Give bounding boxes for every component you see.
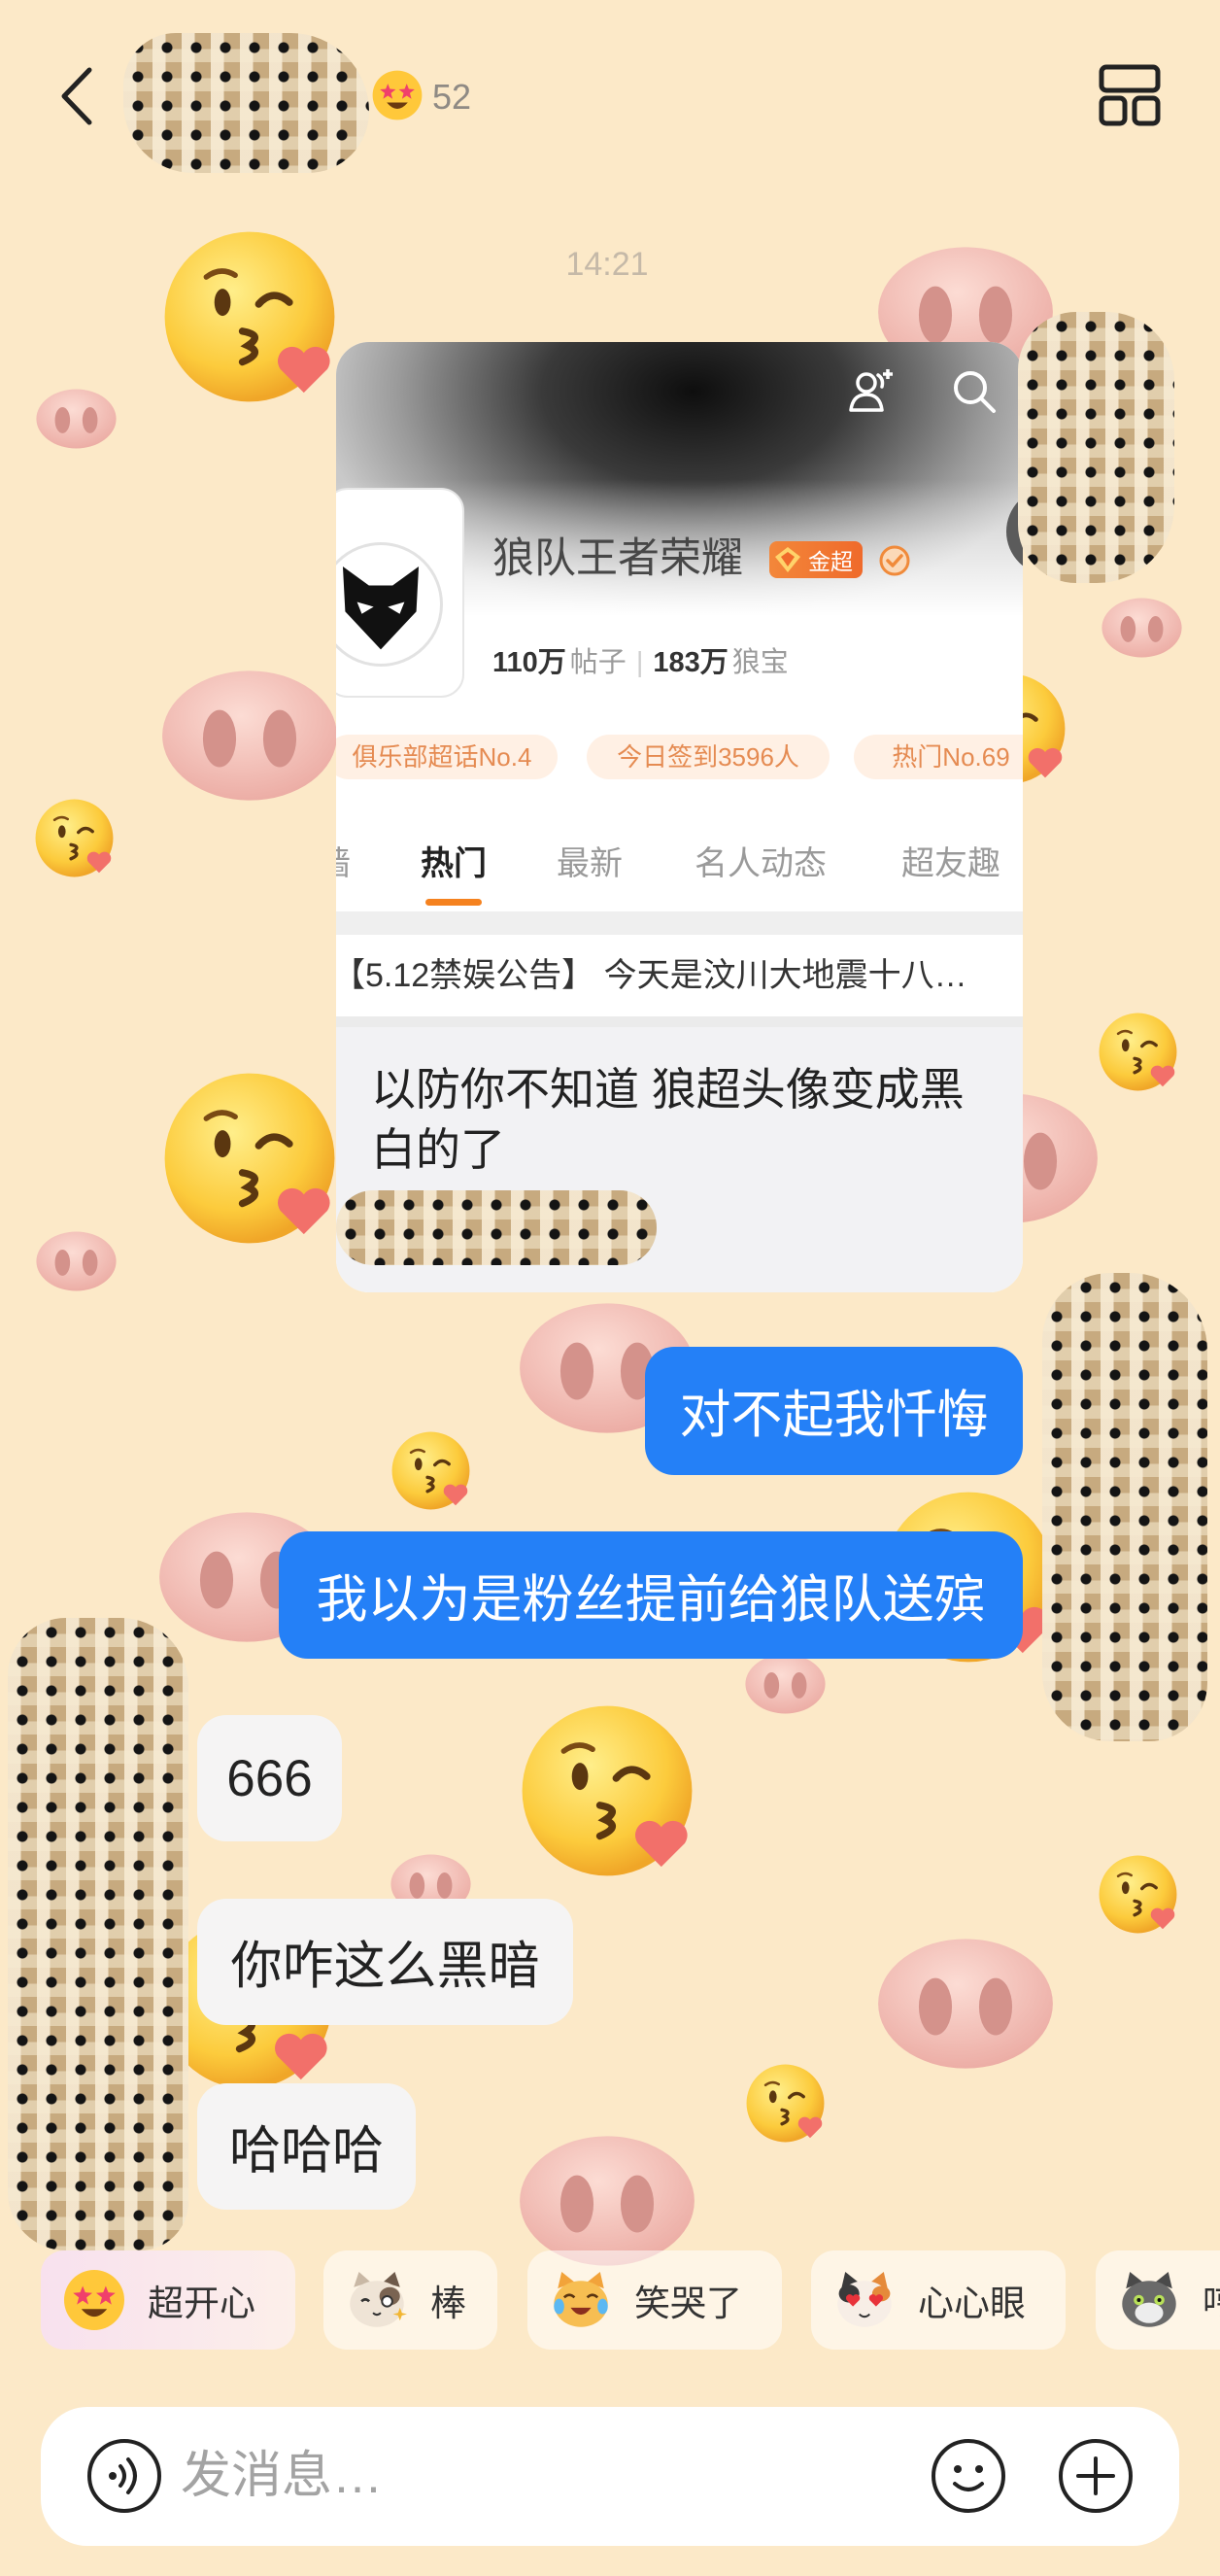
received-message-bubble[interactable]: 哈哈哈 <box>197 2083 416 2210</box>
people-add-icon <box>849 369 893 412</box>
kissing-face-decoration <box>517 1700 697 1881</box>
kissing-face-decoration <box>390 1429 472 1512</box>
topic-tag: 俱乐部超话No.4 <box>336 735 558 779</box>
smile-icon[interactable] <box>930 2437 1007 2515</box>
posts-count: 110万 <box>492 647 566 678</box>
cat-laughing-tears-icon <box>554 2271 608 2327</box>
quick-reaction-laugh-cry[interactable]: 笑哭了 <box>527 2250 782 2350</box>
cat-sparkle-icon <box>350 2271 408 2327</box>
search-icon <box>954 371 996 413</box>
verified-icon <box>879 545 910 576</box>
gray-cat-icon <box>1122 2271 1176 2327</box>
redaction-mask <box>8 1618 188 2250</box>
layout-grid-icon[interactable] <box>1099 64 1161 126</box>
shared-message-text: 以防你不知道 狼超头像变成黑白的了 <box>371 1064 965 1175</box>
star-struck-face-icon <box>372 70 423 120</box>
message-input-bar <box>41 2407 1179 2546</box>
message-input[interactable] <box>181 2427 899 2524</box>
redaction-mask <box>123 33 369 173</box>
fans-label: 狼宝 <box>731 647 789 678</box>
quick-reaction-label: 超开心 <box>148 2284 255 2323</box>
topic-tag: 今日签到3596人 <box>587 735 830 779</box>
received-message-bubble[interactable]: 666 <box>197 1715 342 1841</box>
message-timestamp: 14:21 <box>565 246 649 283</box>
quick-reaction-label: 哼 <box>1203 2274 1220 2326</box>
pig-nose-decoration <box>35 1230 118 1292</box>
pig-nose-decoration <box>1101 597 1183 659</box>
quick-reaction-gray-cat[interactable]: 哼 <box>1096 2250 1220 2350</box>
kissing-face-decoration <box>1097 1853 1179 1936</box>
kissing-face-decoration <box>33 797 116 879</box>
tab-wall: 墙 <box>336 840 354 888</box>
redaction-mask <box>336 1190 657 1265</box>
star-struck-face-icon <box>63 2269 125 2331</box>
topic-tag: 热门No.69 <box>854 735 1023 779</box>
posts-label: 帖子 <box>569 647 627 678</box>
tab-friends: 超友趣 <box>901 845 1000 882</box>
tab-hot: 热门 <box>421 845 487 882</box>
quick-reaction-super-happy[interactable]: 超开心 <box>41 2250 295 2350</box>
redaction-mask <box>1018 312 1174 583</box>
announcement-text: 【5.12禁娱公告】 今天是汶川大地震十八… <box>336 957 967 994</box>
pig-nose-decoration <box>875 1934 1056 2074</box>
topic-stats: 110万 帖子 | 183万 狼宝 <box>492 643 798 682</box>
plus-circle-icon[interactable] <box>1057 2437 1135 2515</box>
chevron-left-icon[interactable] <box>58 66 97 126</box>
diamond-icon <box>775 547 800 572</box>
sent-message-bubble[interactable]: 对不起我忏悔 <box>645 1347 1023 1475</box>
pig-nose-decoration <box>35 388 118 450</box>
received-message-bubble[interactable]: 你咋这么黑暗 <box>197 1899 573 2025</box>
topic-title: 狼队王者荣耀 <box>492 535 743 582</box>
active-tab-indicator <box>425 899 482 906</box>
kissing-face-decoration <box>1097 1011 1179 1093</box>
kissing-face-decoration <box>744 2062 827 2145</box>
cat-heart-eyes-icon <box>837 2271 892 2327</box>
kissing-face-decoration <box>159 1068 340 1249</box>
tab-latest: 最新 <box>557 845 623 882</box>
divider <box>336 911 1023 935</box>
quick-reaction-heart-eyes[interactable]: 心心眼 <box>811 2250 1066 2350</box>
redaction-mask <box>1042 1273 1207 1741</box>
level-badge-label: 金超 <box>808 549 853 574</box>
level-badge: 金超 <box>769 541 863 578</box>
header-badge-count: 52 <box>432 77 472 117</box>
kissing-face-decoration <box>159 226 340 407</box>
quick-reaction-great[interactable]: 棒 <box>323 2250 497 2350</box>
sent-message-bubble[interactable]: 我以为是粉丝提前给狼队送殡 <box>279 1531 1023 1659</box>
fans-count: 183万 <box>653 647 729 678</box>
stats-divider: | <box>635 647 644 678</box>
quick-reaction-label: 心心眼 <box>918 2284 1026 2323</box>
pig-nose-decoration <box>159 666 340 806</box>
quick-reaction-label: 棒 <box>430 2284 466 2323</box>
shared-topic-card[interactable]: 狼队王者荣耀 金超 110万 帖子 | 183万 狼宝 俱乐部超话No.4 今日签到35… <box>336 342 1023 1292</box>
voice-icon[interactable] <box>85 2437 163 2515</box>
tab-celebrity: 名人动态 <box>695 845 827 882</box>
divider <box>336 1016 1023 1027</box>
announcement-bar: 【5.12禁娱公告】 今天是汶川大地震十八… <box>336 935 1023 1016</box>
pig-nose-decoration <box>744 1653 827 1715</box>
quick-reaction-label: 笑哭了 <box>634 2284 742 2323</box>
